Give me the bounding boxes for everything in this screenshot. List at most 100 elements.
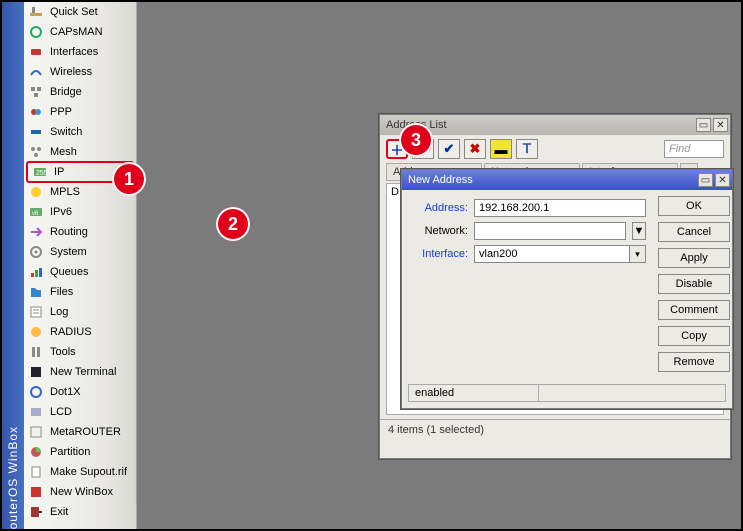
callout-3: 3 xyxy=(399,123,433,157)
callout-1: 1 xyxy=(112,162,146,196)
menu-label: Dot1X xyxy=(50,386,81,398)
menu-item-dot1x[interactable]: Dot1X xyxy=(24,382,136,402)
menu-item-ipv6[interactable]: v6 IPv6 xyxy=(24,202,136,222)
main-menu-sidebar: Quick Set CAPsMAN Interfaces Wireless Bridge… xyxy=(24,2,137,529)
menu-label: Partition xyxy=(50,446,90,458)
menu-label: Routing xyxy=(50,226,88,238)
radius-icon xyxy=(28,324,44,340)
new-address-titlebar[interactable]: New Address ▭ ✕ xyxy=(402,170,732,190)
ok-button[interactable]: OK xyxy=(658,196,730,216)
close-button[interactable]: ✕ xyxy=(713,118,728,132)
ppp-icon xyxy=(28,104,44,120)
address-list-titlebar[interactable]: Address List ▭ ✕ xyxy=(380,115,730,135)
menu-label: Quick Set xyxy=(50,6,98,18)
status-bar: enabled xyxy=(408,384,726,402)
interface-dropdown-icon[interactable]: ▾ xyxy=(630,245,646,263)
minimize-button[interactable]: ▭ xyxy=(698,173,713,187)
menu-item-lcd[interactable]: LCD xyxy=(24,402,136,422)
menu-label: IPv6 xyxy=(50,206,72,218)
copy-button[interactable]: Copy xyxy=(658,326,730,346)
menu-label: Switch xyxy=(50,126,82,138)
svg-text:255: 255 xyxy=(36,170,47,177)
menu-item-log[interactable]: Log xyxy=(24,302,136,322)
dot1x-icon xyxy=(28,384,44,400)
mesh-icon xyxy=(28,144,44,160)
exit-icon xyxy=(28,504,44,520)
address-input[interactable] xyxy=(474,199,646,217)
network-input[interactable] xyxy=(474,222,626,240)
mpls-icon xyxy=(28,184,44,200)
enable-button[interactable]: ✔ xyxy=(438,139,460,159)
lcd-icon xyxy=(28,404,44,420)
menu-item-metarouter[interactable]: MetaROUTER xyxy=(24,422,136,442)
new-terminal-icon xyxy=(28,364,44,380)
menu-label: IP xyxy=(54,166,64,178)
log-icon xyxy=(28,304,44,320)
minimize-button[interactable]: ▭ xyxy=(696,118,711,132)
menu-item-bridge[interactable]: Bridge xyxy=(24,82,136,102)
window-title: New Address xyxy=(408,174,473,186)
menu-item-radius[interactable]: RADIUS xyxy=(24,322,136,342)
menu-item-queues[interactable]: Queues xyxy=(24,262,136,282)
menu-item-capsman[interactable]: CAPsMAN xyxy=(24,22,136,42)
menu-label: Queues xyxy=(50,266,89,278)
network-expand-icon[interactable]: ▼ xyxy=(632,222,646,240)
network-label: Network: xyxy=(408,225,468,237)
disable-button[interactable]: Disable xyxy=(658,274,730,294)
menu-label: Files xyxy=(50,286,73,298)
interfaces-icon xyxy=(28,44,44,60)
menu-item-system[interactable]: System xyxy=(24,242,136,262)
filter-button[interactable]: 𝖳 xyxy=(516,139,538,159)
cancel-button[interactable]: Cancel xyxy=(658,222,730,242)
metarouter-icon xyxy=(28,424,44,440)
interface-input[interactable] xyxy=(474,245,630,263)
comment-button[interactable]: Comment xyxy=(658,300,730,320)
menu-item-tools[interactable]: Tools xyxy=(24,342,136,362)
menu-label: MetaROUTER xyxy=(50,426,121,438)
menu-label: Bridge xyxy=(50,86,82,98)
close-button[interactable]: ✕ xyxy=(715,173,730,187)
menu-label: RADIUS xyxy=(50,326,92,338)
menu-item-interfaces[interactable]: Interfaces xyxy=(24,42,136,62)
routing-icon xyxy=(28,224,44,240)
svg-text:v6: v6 xyxy=(32,211,39,217)
menu-item-partition[interactable]: Partition xyxy=(24,442,136,462)
menu-item-files[interactable]: Files xyxy=(24,282,136,302)
comment-button[interactable]: ▬ xyxy=(490,139,512,159)
menu-label: New Terminal xyxy=(50,366,116,378)
menu-item-routing[interactable]: Routing xyxy=(24,222,136,242)
menu-item-make-supout-rif[interactable]: Make Supout.rif xyxy=(24,462,136,482)
remove-button[interactable]: Remove xyxy=(658,352,730,372)
wireless-icon xyxy=(28,64,44,80)
find-input[interactable]: Find xyxy=(664,140,724,158)
menu-label: Tools xyxy=(50,346,76,358)
menu-label: Interfaces xyxy=(50,46,98,58)
make-supout-rif-icon xyxy=(28,464,44,480)
menu-label: Exit xyxy=(50,506,68,518)
ipv6-icon: v6 xyxy=(28,204,44,220)
menu-label: MPLS xyxy=(50,186,80,198)
menu-label: LCD xyxy=(50,406,72,418)
apply-button[interactable]: Apply xyxy=(658,248,730,268)
menu-item-mesh[interactable]: Mesh xyxy=(24,142,136,162)
menu-item-quick-set[interactable]: Quick Set xyxy=(24,2,136,22)
menu-item-exit[interactable]: Exit xyxy=(24,502,136,522)
new-address-window: New Address ▭ ✕ Address: Network: ▼ xyxy=(401,169,733,409)
menu-item-new-winbox[interactable]: New WinBox xyxy=(24,482,136,502)
switch-icon xyxy=(28,124,44,140)
partition-icon xyxy=(28,444,44,460)
disable-button[interactable]: ✖ xyxy=(464,139,486,159)
menu-item-switch[interactable]: Switch xyxy=(24,122,136,142)
menu-item-new-terminal[interactable]: New Terminal xyxy=(24,362,136,382)
menu-label: Wireless xyxy=(50,66,92,78)
menu-label: PPP xyxy=(50,106,72,118)
menu-item-wireless[interactable]: Wireless xyxy=(24,62,136,82)
callout-2: 2 xyxy=(216,207,250,241)
capsman-icon xyxy=(28,24,44,40)
queues-icon xyxy=(28,264,44,280)
new-winbox-icon xyxy=(28,484,44,500)
menu-item-ppp[interactable]: PPP xyxy=(24,102,136,122)
menu-label: New WinBox xyxy=(50,486,113,498)
menu-label: System xyxy=(50,246,87,258)
menu-label: Make Supout.rif xyxy=(50,466,127,478)
